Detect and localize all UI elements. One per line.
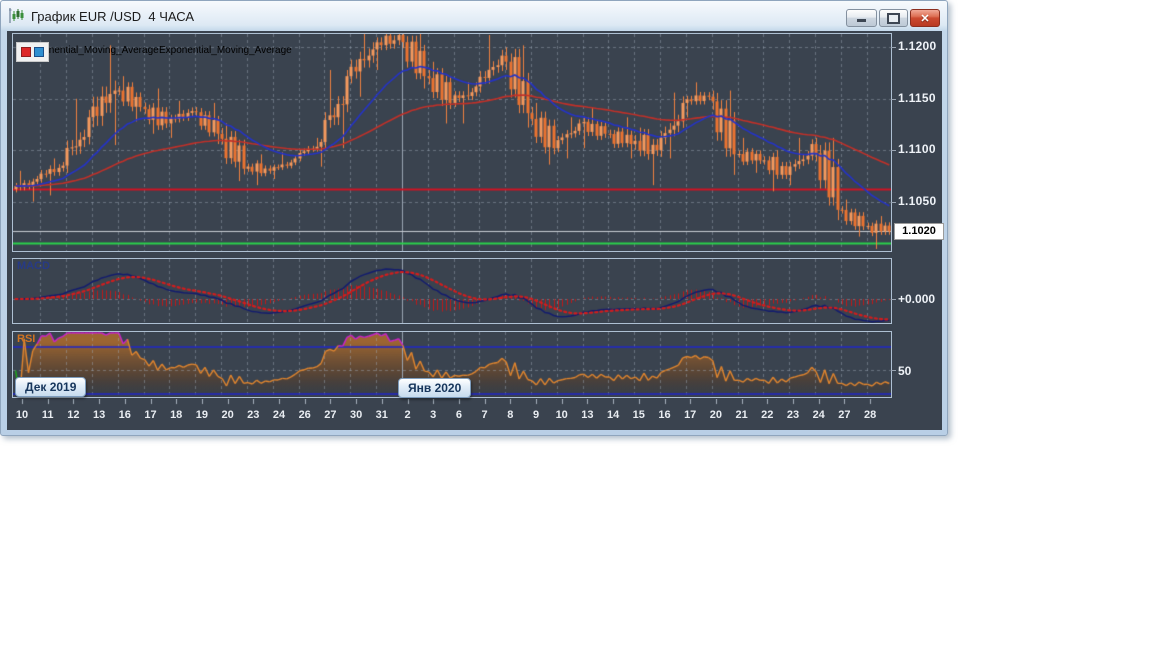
date-label: 27 xyxy=(838,409,850,421)
date-label: 3 xyxy=(430,409,436,421)
date-label: 16 xyxy=(119,409,131,421)
window-title: График EUR /USD 4 ЧАСА xyxy=(31,9,194,24)
indicator-axis-tick xyxy=(891,299,896,300)
macd-axis-label: +0.000 xyxy=(898,292,935,306)
date-label: 28 xyxy=(864,409,876,421)
macd-panel-label: MACD xyxy=(17,260,50,272)
date-label: 15 xyxy=(633,409,645,421)
indicator-buttons-panel[interactable] xyxy=(16,42,49,62)
date-label: 8 xyxy=(507,409,513,421)
price-axis-tick xyxy=(891,99,896,100)
date-label: 27 xyxy=(324,409,336,421)
macd-chart-canvas[interactable] xyxy=(13,259,891,323)
date-label: 10 xyxy=(556,409,568,421)
date-label: 31 xyxy=(376,409,388,421)
date-label: 12 xyxy=(67,409,79,421)
date-label: 2 xyxy=(404,409,410,421)
price-chart-canvas[interactable] xyxy=(13,34,891,251)
price-panel[interactable]: Exponential_Moving_Average Exponential_M… xyxy=(12,33,892,252)
date-axis-ticks xyxy=(13,399,897,407)
minimize-button[interactable] xyxy=(846,9,877,27)
rsi-axis-label: 50 xyxy=(898,364,911,378)
date-label: 24 xyxy=(273,409,285,421)
date-label: 19 xyxy=(196,409,208,421)
close-button[interactable]: ✕ xyxy=(910,9,940,27)
date-label: 6 xyxy=(456,409,462,421)
date-label: 16 xyxy=(658,409,670,421)
indicator-color-button-blue[interactable] xyxy=(34,47,44,57)
chart-client-area: Exponential_Moving_Average Exponential_M… xyxy=(7,31,942,430)
price-axis-tick xyxy=(891,150,896,151)
date-label: 20 xyxy=(221,409,233,421)
date-label: 26 xyxy=(299,409,311,421)
date-label: 30 xyxy=(350,409,362,421)
minimize-icon xyxy=(857,19,866,22)
date-label: 18 xyxy=(170,409,182,421)
restore-button[interactable] xyxy=(879,9,908,27)
macd-panel[interactable]: MACD xyxy=(12,258,892,324)
date-label: 17 xyxy=(684,409,696,421)
date-label: 10 xyxy=(16,409,28,421)
indicator-color-button-red[interactable] xyxy=(21,47,31,57)
date-label: 9 xyxy=(533,409,539,421)
app-icon xyxy=(8,7,26,25)
price-axis-label: 1.1150 xyxy=(898,91,944,105)
desktop: График EUR /USD 4 ЧАСА ✕ Exponential_Mov… xyxy=(0,0,1152,648)
window-titlebar[interactable]: График EUR /USD 4 ЧАСА ✕ xyxy=(1,1,947,31)
price-axis-label: 1.1100 xyxy=(898,142,944,156)
indicator-axis-tick xyxy=(891,370,896,371)
restore-icon xyxy=(887,13,900,24)
date-label: 24 xyxy=(813,409,825,421)
date-label: 7 xyxy=(482,409,488,421)
month-label-dec2019: Дек 2019 xyxy=(15,377,86,397)
date-label: 14 xyxy=(607,409,619,421)
date-label: 13 xyxy=(93,409,105,421)
date-label: 20 xyxy=(710,409,722,421)
price-axis-label: 1.1200 xyxy=(898,39,944,53)
price-axis-label: 1.1050 xyxy=(898,194,944,208)
ema-slow-legend: Exponential_Moving_Average xyxy=(159,45,292,56)
date-label: 21 xyxy=(735,409,747,421)
price-axis-tick xyxy=(891,47,896,48)
current-price-box: 1.1020 xyxy=(894,223,944,240)
date-label: 22 xyxy=(761,409,773,421)
date-label: 17 xyxy=(144,409,156,421)
price-axis-tick xyxy=(891,202,896,203)
date-label: 11 xyxy=(42,409,54,421)
chart-window: График EUR /USD 4 ЧАСА ✕ Exponential_Mov… xyxy=(0,0,948,436)
date-label: 13 xyxy=(581,409,593,421)
month-label-jan2020: Янв 2020 xyxy=(398,378,471,398)
date-label: 23 xyxy=(787,409,799,421)
close-icon: ✕ xyxy=(920,13,929,25)
rsi-panel-label: RSI xyxy=(17,333,35,345)
date-label: 23 xyxy=(247,409,259,421)
